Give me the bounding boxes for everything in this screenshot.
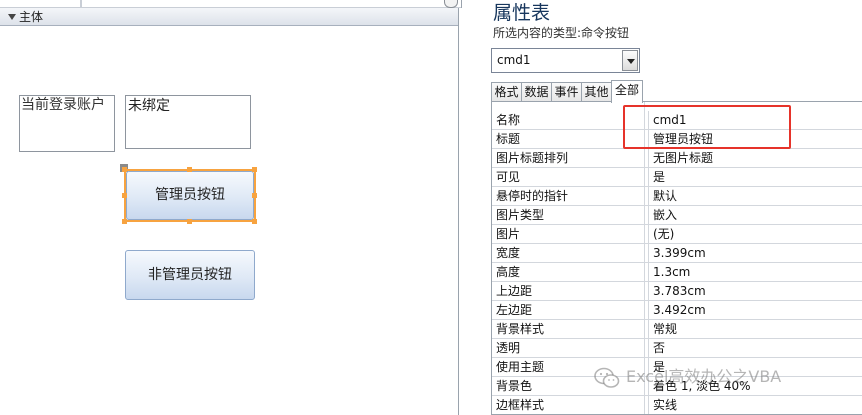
resize-handle-top-left[interactable] [122, 167, 127, 172]
property-value[interactable]: 实线 [648, 396, 677, 414]
property-row-picture-caption-arrangement[interactable]: 图片标题排列 无图片标题 [492, 149, 862, 168]
wechat-icon [594, 367, 620, 388]
property-row-cursor-on-hover[interactable]: 悬停时的指针 默认 [492, 187, 862, 206]
property-value[interactable]: 3.399cm [648, 244, 706, 262]
watermark: Excel高效办公之VBA [594, 362, 781, 392]
property-value[interactable]: 默认 [648, 187, 677, 205]
property-row-back-style[interactable]: 背景样式 常规 [492, 320, 862, 339]
property-row-top[interactable]: 上边距 3.783cm [492, 282, 862, 301]
login-account-label-text: 当前登录账户 [21, 97, 105, 113]
non-admin-command-button-caption: 非管理员按钮 [148, 267, 232, 283]
property-row-picture-type[interactable]: 图片类型 嵌入 [492, 206, 862, 225]
property-value[interactable]: 3.492cm [648, 301, 706, 319]
dropdown-button[interactable] [622, 50, 638, 71]
property-key: 标题 [496, 132, 521, 146]
resize-handle-top-center[interactable] [187, 167, 192, 172]
resize-handle-bottom-left[interactable] [122, 219, 127, 224]
property-value[interactable]: 是 [648, 168, 665, 186]
selection-type-label: 所选内容的类型: [493, 26, 582, 40]
property-key: 高度 [496, 265, 521, 279]
property-value[interactable]: 嵌入 [648, 206, 677, 224]
ruler-notch [80, 0, 82, 8]
property-key: 背景样式 [496, 322, 545, 336]
property-key: 上边距 [496, 284, 533, 298]
property-key: 悬停时的指针 [496, 189, 569, 203]
property-value[interactable]: 否 [648, 339, 665, 357]
tab-other[interactable]: 其他 [581, 82, 612, 102]
tab-data[interactable]: 数据 [521, 82, 552, 102]
tab-all[interactable]: 全部 [611, 80, 643, 103]
property-row-width[interactable]: 宽度 3.399cm [492, 244, 862, 263]
resize-handle-middle-right[interactable] [252, 193, 257, 198]
object-selector-dropdown[interactable]: cmd1 [491, 48, 640, 73]
property-key: 图片标题排列 [496, 151, 569, 165]
resize-handle-top-right[interactable] [252, 167, 257, 172]
selection-type-value: 命令按钮 [581, 26, 630, 40]
selection-type-line: 所选内容的类型:命令按钮 [493, 24, 629, 41]
property-value[interactable]: (无) [648, 225, 674, 243]
form-design-surface[interactable]: 主体 当前登录账户 未绑定 管理员按钮 非管理员按钮 [0, 0, 462, 415]
property-value[interactable]: 1.3cm [648, 263, 690, 281]
login-account-label[interactable]: 当前登录账户 [19, 95, 115, 152]
resize-handle-bottom-right[interactable] [252, 219, 257, 224]
property-row-transparent[interactable]: 透明 否 [492, 339, 862, 358]
resize-handle-bottom-center[interactable] [187, 219, 192, 224]
tab-format[interactable]: 格式 [491, 82, 522, 102]
bound-status-textbox[interactable]: 未绑定 [125, 95, 251, 149]
property-row-border-style[interactable]: 边框样式 实线 [492, 396, 862, 414]
property-key: 边框样式 [496, 398, 545, 412]
property-sheet-title: 属性表 [493, 2, 551, 24]
detail-section-bar[interactable]: 主体 [0, 8, 461, 26]
annotation-highlight-box [623, 105, 791, 149]
section-collapse-icon [8, 14, 16, 20]
property-value[interactable]: 无图片标题 [648, 149, 713, 167]
resize-handle-middle-left[interactable] [122, 193, 127, 198]
property-row-left[interactable]: 左边距 3.492cm [492, 301, 862, 320]
admin-command-button[interactable]: 管理员按钮 [126, 171, 254, 220]
property-key: 图片类型 [496, 208, 545, 222]
watermark-text: Excel高效办公之VBA [626, 367, 782, 386]
property-key: 可见 [496, 170, 521, 184]
property-value[interactable]: 3.783cm [648, 282, 706, 300]
section-label: 主体 [19, 10, 44, 24]
property-key: 左边距 [496, 303, 533, 317]
bound-status-text: 未绑定 [128, 98, 170, 114]
pane-splitter[interactable] [458, 8, 462, 415]
horizontal-ruler [0, 0, 461, 8]
property-row-height[interactable]: 高度 1.3cm [492, 263, 862, 282]
tab-event[interactable]: 事件 [551, 82, 582, 102]
non-admin-command-button[interactable]: 非管理员按钮 [125, 250, 255, 300]
property-key: 图片 [496, 227, 521, 241]
property-key: 透明 [496, 341, 521, 355]
property-row-picture[interactable]: 图片 (无) [492, 225, 862, 244]
admin-command-button-caption: 管理员按钮 [155, 187, 225, 203]
property-value[interactable]: 常规 [648, 320, 677, 338]
property-row-visible[interactable]: 可见 是 [492, 168, 862, 187]
object-selector-value: cmd1 [497, 53, 531, 67]
chevron-down-icon [627, 59, 635, 64]
property-key: 名称 [496, 113, 521, 127]
property-key: 宽度 [496, 246, 521, 260]
